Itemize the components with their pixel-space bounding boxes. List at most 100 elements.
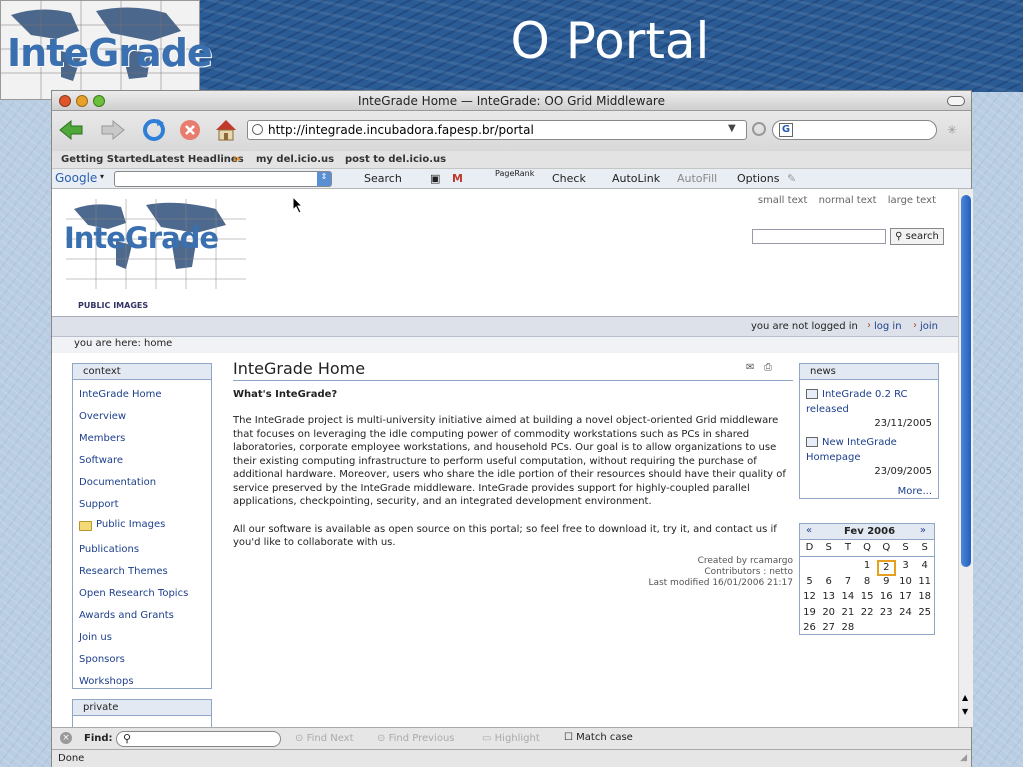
nav-link-open-research-topics[interactable]: Open Research Topics	[79, 588, 188, 599]
calendar-day[interactable]: 6	[819, 576, 838, 587]
highlight-button[interactable]: ▭ Highlight	[482, 733, 540, 744]
calendar-day[interactable]: 9	[877, 576, 896, 587]
nav-link-research-themes[interactable]: Research Themes	[79, 566, 168, 577]
calendar-day[interactable]: 27	[819, 622, 838, 633]
google-brand-button[interactable]: Google	[55, 171, 97, 185]
public-images-link[interactable]: PUBLIC IMAGES	[78, 301, 148, 310]
calendar-day[interactable]: 17	[896, 591, 915, 602]
scrollbar-thumb[interactable]	[961, 195, 971, 567]
close-findbar-icon[interactable]: ×	[60, 732, 72, 744]
scroll-up-arrow-icon[interactable]: ▲	[962, 693, 968, 702]
bookmark-getting-started[interactable]: Getting Started	[61, 154, 149, 165]
calendar-day[interactable]: 8	[858, 576, 877, 587]
calendar-day[interactable]: 1	[858, 560, 877, 571]
find-previous-button[interactable]: ⊙ Find Previous	[377, 733, 455, 744]
calendar-day[interactable]: 15	[858, 591, 877, 602]
go-icon[interactable]	[752, 122, 766, 136]
calendar-prev-button[interactable]: «	[806, 525, 812, 536]
vertical-scrollbar[interactable]: ▲ ▼	[958, 189, 973, 727]
toolbar-toggle-button[interactable]	[947, 96, 965, 106]
home-icon	[216, 120, 236, 141]
home-button[interactable]	[212, 117, 240, 143]
small-text-link[interactable]: small text	[758, 195, 808, 206]
calendar-day[interactable]: 28	[838, 622, 857, 633]
google-toolbar-search-input[interactable]: ⇕	[114, 171, 332, 187]
calendar-day[interactable]: 24	[896, 607, 915, 618]
calendar-day[interactable]: 26	[800, 622, 819, 633]
autofill-button[interactable]: AutoFill	[677, 172, 717, 185]
nav-link-software[interactable]: Software	[79, 455, 123, 466]
send-mail-icon[interactable]: ✉	[746, 362, 754, 373]
url-input[interactable]: http://integrade.incubadora.fapesp.br/po…	[247, 120, 747, 140]
bookmark-latest-headlines[interactable]: Latest Headlines	[149, 154, 244, 165]
calendar-weekday: Q	[882, 542, 891, 553]
calendar-day[interactable]: 22	[858, 607, 877, 618]
match-case-checkbox[interactable]: ☐ Match case	[564, 732, 633, 743]
join-link[interactable]: join	[920, 321, 938, 332]
stepper-icon[interactable]: ⇕	[317, 172, 331, 186]
calendar-day[interactable]: 11	[915, 576, 934, 587]
options-button[interactable]: Options	[737, 172, 779, 185]
google-search-engine-icon[interactable]: G	[779, 123, 793, 137]
find-input[interactable]: ⚲	[116, 731, 281, 747]
calendar-next-button[interactable]: »	[920, 525, 926, 536]
calendar-day[interactable]: 20	[819, 607, 838, 618]
spell-check-button[interactable]: Check	[552, 172, 586, 185]
forward-button[interactable]	[98, 117, 126, 143]
highlighter-icon[interactable]: ✎	[787, 172, 796, 185]
nav-link-public-images[interactable]: Public Images	[96, 519, 165, 530]
bookmark-post-to-delicious[interactable]: post to del.icio.us	[345, 154, 446, 165]
google-search-button[interactable]: Search	[364, 172, 402, 185]
calendar-day[interactable]: 10	[896, 576, 915, 587]
nav-link-support[interactable]: Support	[79, 499, 119, 510]
calendar-day[interactable]: 16	[877, 591, 896, 602]
nav-link-sponsors[interactable]: Sponsors	[79, 654, 125, 665]
nav-link-members[interactable]: Members	[79, 433, 125, 444]
calendar-day[interactable]: 25	[915, 607, 934, 618]
nav-link-join-us[interactable]: Join us	[79, 632, 112, 643]
news-more-link[interactable]: More...	[898, 486, 932, 497]
autolink-button[interactable]: AutoLink	[612, 172, 660, 185]
nav-link-overview[interactable]: Overview	[79, 411, 126, 422]
normal-text-link[interactable]: normal text	[819, 195, 877, 206]
calendar-day[interactable]: 12	[800, 591, 819, 602]
url-history-dropdown-icon[interactable]: ▼	[728, 123, 736, 134]
site-search-button[interactable]: ⚲ search	[890, 228, 944, 245]
site-logo[interactable]: InteGrade	[64, 199, 246, 289]
calendar-day[interactable]: 3	[896, 560, 915, 571]
forward-arrow-icon	[101, 119, 125, 141]
find-next-button[interactable]: ⊙ Find Next	[295, 733, 354, 744]
back-button[interactable]	[58, 117, 86, 143]
reload-button[interactable]	[140, 117, 168, 143]
site-search-input[interactable]	[752, 229, 886, 244]
nav-link-integrade-home[interactable]: InteGrade Home	[79, 389, 162, 400]
calendar-day[interactable]: 4	[915, 560, 934, 571]
stop-button[interactable]	[176, 117, 204, 143]
nav-link-workshops[interactable]: Workshops	[79, 676, 134, 687]
scroll-down-arrow-icon[interactable]: ▼	[962, 707, 968, 716]
bookmark-my-delicious[interactable]: my del.icio.us	[256, 154, 334, 165]
news-item-title[interactable]: New InteGrade Homepage	[806, 435, 934, 465]
nav-link-awards-and-grants[interactable]: Awards and Grants	[79, 610, 174, 621]
calendar-today[interactable]: 2	[876, 560, 896, 576]
print-icon[interactable]: ⎙	[764, 362, 772, 373]
calendar-day[interactable]: 14	[838, 591, 857, 602]
gmail-icon[interactable]: M	[452, 172, 463, 185]
resize-grip-icon[interactable]: ◢	[960, 753, 967, 763]
search-engine-input[interactable]: G	[772, 120, 937, 140]
window-title: InteGrade Home — InteGrade: OO Grid Midd…	[358, 94, 665, 108]
calendar-day[interactable]: 7	[838, 576, 857, 587]
calendar-day[interactable]: 19	[800, 607, 819, 618]
news-icon[interactable]: ▣	[430, 172, 440, 185]
google-brand-dropdown-icon[interactable]: ▾	[100, 172, 104, 181]
news-item-title[interactable]: InteGrade 0.2 RC released	[806, 387, 934, 417]
calendar-day[interactable]: 5	[800, 576, 819, 587]
nav-link-documentation[interactable]: Documentation	[79, 477, 156, 488]
nav-link-publications[interactable]: Publications	[79, 544, 139, 555]
large-text-link[interactable]: large text	[888, 195, 936, 206]
login-link[interactable]: log in	[874, 321, 902, 332]
calendar-day[interactable]: 21	[838, 607, 857, 618]
calendar-day[interactable]: 18	[915, 591, 934, 602]
calendar-day[interactable]: 23	[877, 607, 896, 618]
calendar-day[interactable]: 13	[819, 591, 838, 602]
